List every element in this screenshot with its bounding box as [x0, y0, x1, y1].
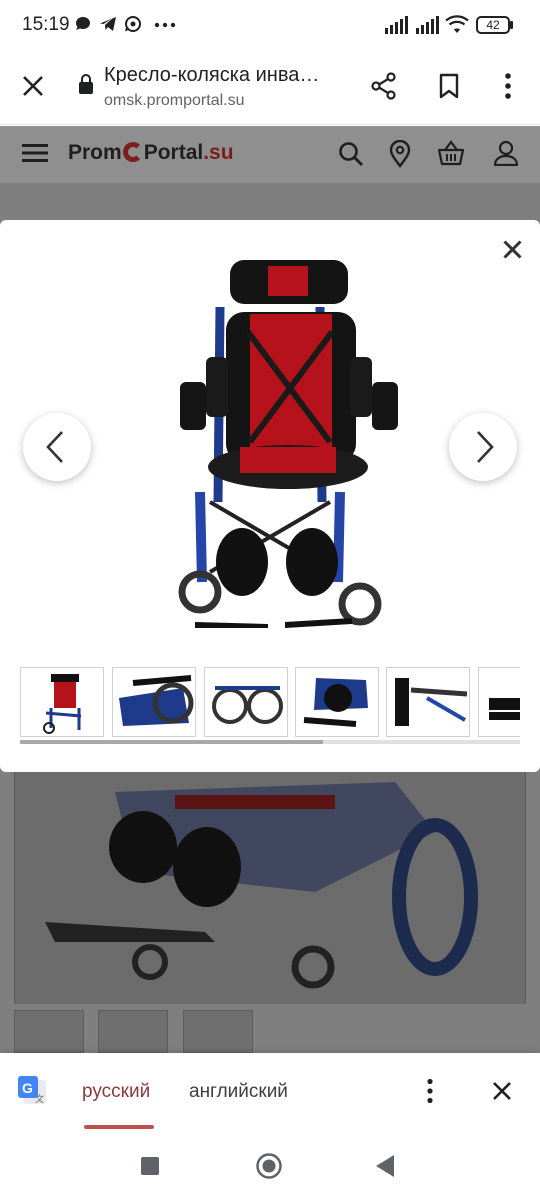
lock-icon — [79, 74, 93, 94]
telegram-icon — [100, 17, 116, 31]
google-translate-icon: G 文 — [18, 1076, 46, 1104]
thumbnail-scroll-thumb[interactable] — [20, 740, 323, 744]
recents-icon[interactable] — [141, 1157, 159, 1175]
bookmark-icon[interactable] — [439, 73, 459, 99]
home-icon[interactable] — [255, 1152, 283, 1180]
menu-icon[interactable] — [22, 142, 48, 164]
gallery-thumbnail[interactable] — [295, 667, 379, 737]
site-logo[interactable]: Prom Portal.su — [68, 141, 234, 165]
share-icon[interactable] — [371, 72, 397, 100]
svg-text:文: 文 — [35, 1093, 44, 1104]
logo-mark-icon — [122, 142, 143, 162]
background-thumbnail[interactable] — [183, 1010, 253, 1053]
signal-icon — [385, 16, 408, 34]
page-url[interactable]: omsk.promportal.su — [104, 92, 245, 110]
status-time: 15:19 — [22, 14, 70, 35]
gallery-thumbnail[interactable] — [204, 667, 288, 737]
status-bar: 15:19 42 — [0, 0, 540, 50]
more-dots-icon — [154, 22, 176, 28]
close-icon[interactable] — [503, 240, 522, 259]
wifi-icon — [445, 15, 469, 33]
signal-icon — [416, 16, 439, 34]
lang-tab-source[interactable]: русский — [82, 1081, 150, 1103]
back-icon[interactable] — [375, 1154, 395, 1178]
product-image — [178, 260, 398, 628]
overflow-menu-icon[interactable] — [503, 72, 513, 100]
gallery-thumbnail[interactable] — [20, 667, 104, 737]
background-thumbnail[interactable] — [98, 1010, 168, 1053]
logo-prom: Prom — [68, 141, 122, 164]
battery-tip — [510, 21, 513, 29]
chevron-left-icon — [46, 431, 63, 463]
svg-text:G: G — [22, 1080, 33, 1096]
basket-icon[interactable] — [437, 140, 465, 166]
search-icon[interactable] — [338, 141, 364, 167]
battery-level: 42 — [486, 18, 500, 32]
gallery-thumbnail[interactable] — [112, 667, 196, 737]
background-product-image — [14, 772, 526, 1004]
gallery-thumbnail[interactable] — [478, 667, 520, 737]
logo-portal: Portal — [143, 141, 204, 164]
gallery-thumbnail[interactable] — [386, 667, 470, 737]
next-image-button[interactable] — [449, 413, 517, 481]
chat-icon — [76, 17, 90, 30]
close-icon[interactable] — [22, 75, 44, 97]
close-icon[interactable] — [492, 1081, 512, 1101]
lang-tab-target[interactable]: английский — [189, 1081, 288, 1103]
whatsapp-icon — [125, 16, 141, 32]
prev-image-button[interactable] — [23, 413, 91, 481]
background-thumbnail[interactable] — [14, 1010, 84, 1053]
chevron-right-icon — [477, 431, 494, 463]
active-tab-indicator — [84, 1125, 154, 1129]
user-icon[interactable] — [493, 140, 519, 166]
more-vert-icon[interactable] — [425, 1078, 435, 1104]
logo-su: .su — [203, 141, 234, 164]
page-title[interactable]: Кресло-коляска инва… — [104, 64, 319, 87]
location-icon[interactable] — [389, 140, 411, 168]
battery-icon: 42 — [476, 16, 510, 34]
